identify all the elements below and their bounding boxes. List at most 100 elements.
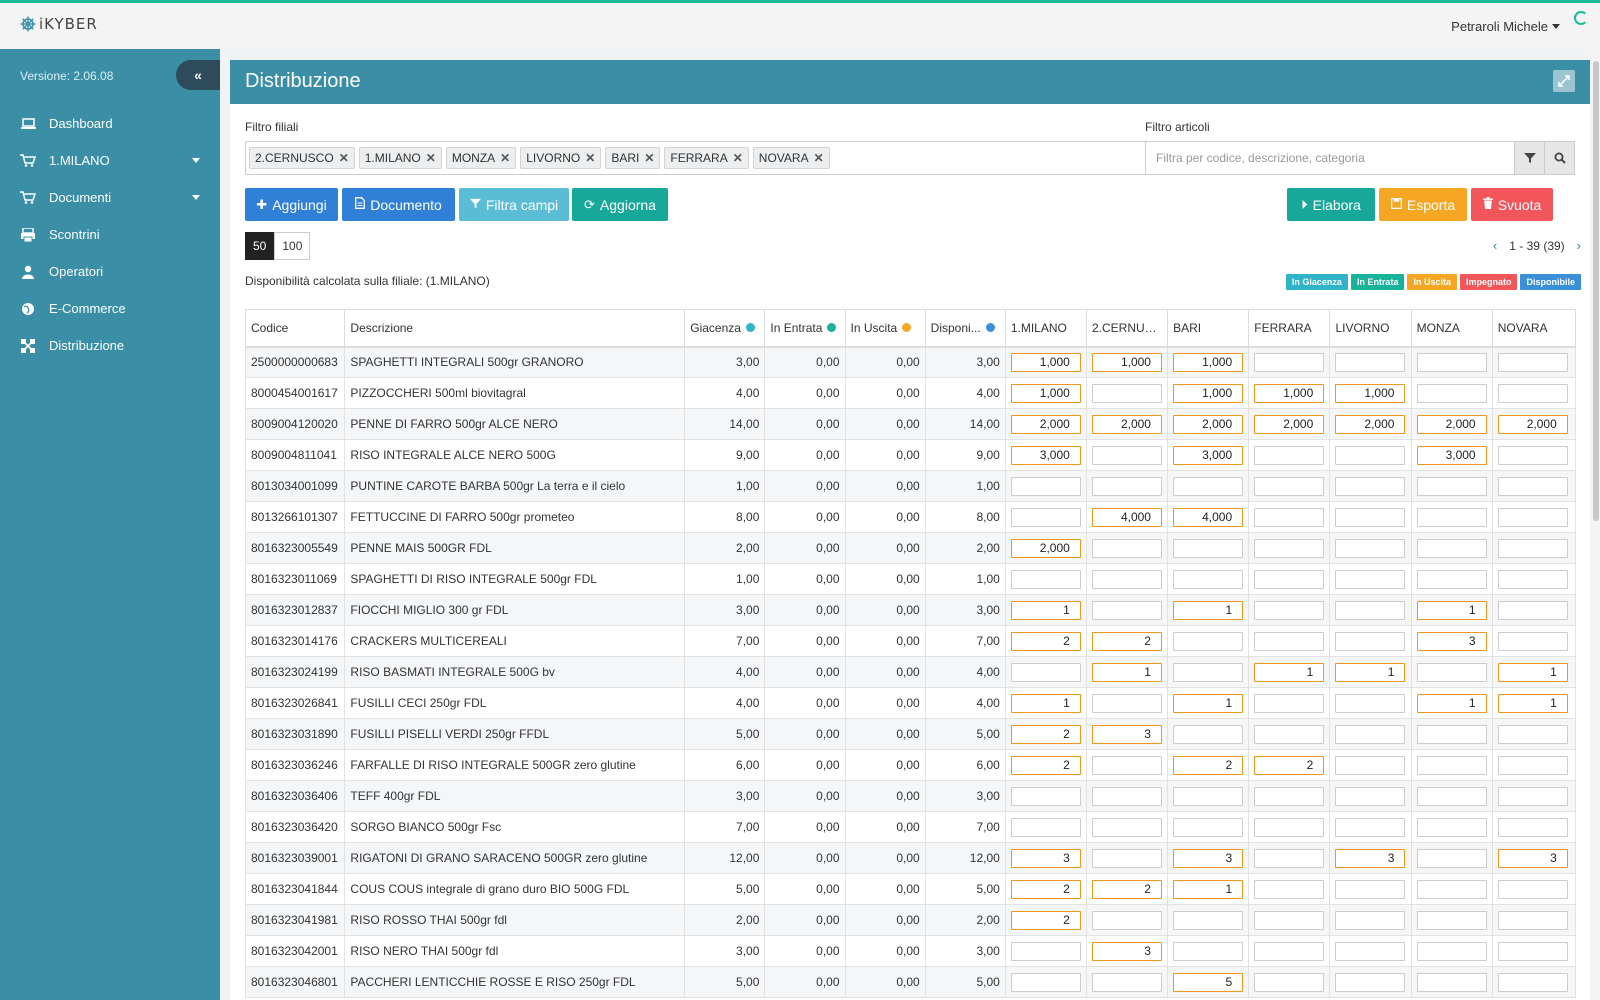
column-header[interactable]: In Entrata — [764, 309, 846, 348]
branch-qty-input[interactable] — [1091, 600, 1162, 620]
column-header[interactable]: MONZA — [1410, 309, 1493, 348]
table-row[interactable]: 8016323011069 SPAGHETTI DI RISO INTEGRALE… — [245, 563, 1576, 595]
branch-qty-input[interactable] — [1010, 538, 1081, 558]
branch-qty-input[interactable] — [1254, 600, 1325, 620]
branch-qty-input[interactable] — [1010, 569, 1081, 589]
branch-qty-input[interactable] — [1173, 972, 1244, 992]
remove-tag-icon[interactable]: ✕ — [644, 151, 654, 165]
table-row[interactable]: 8016323036406 TEFF 400gr FDL 3,00 0,00 0,00 3… — [245, 780, 1576, 812]
branch-qty-input[interactable] — [1497, 662, 1568, 682]
sidebar-item-scontrini[interactable]: Scontrini — [0, 216, 220, 253]
branch-qty-input[interactable] — [1497, 445, 1568, 465]
branch-qty-input[interactable] — [1497, 848, 1568, 868]
branch-qty-input[interactable] — [1254, 786, 1325, 806]
branch-qty-input[interactable] — [1091, 724, 1162, 744]
branch-qty-input[interactable] — [1254, 755, 1325, 775]
branch-qty-input[interactable] — [1254, 445, 1325, 465]
branch-qty-input[interactable] — [1173, 786, 1244, 806]
branch-qty-input[interactable] — [1416, 414, 1487, 434]
branch-qty-input[interactable] — [1335, 972, 1406, 992]
branch-qty-input[interactable] — [1254, 476, 1325, 496]
branch-qty-input[interactable] — [1254, 693, 1325, 713]
branch-qty-input[interactable] — [1091, 910, 1162, 930]
branch-qty-input[interactable] — [1497, 600, 1568, 620]
remove-tag-icon[interactable]: ✕ — [339, 151, 349, 165]
branch-qty-input[interactable] — [1254, 631, 1325, 651]
branch-qty-input[interactable] — [1091, 507, 1162, 527]
table-row[interactable]: 8016323036420 SORGO BIANCO 500gr Fsc 7,00 0… — [245, 811, 1576, 843]
table-row[interactable]: 8000454001617 PIZZOCCHERI 500ml biovitagr… — [245, 377, 1576, 409]
branch-qty-input[interactable] — [1173, 600, 1244, 620]
branch-qty-input[interactable] — [1497, 476, 1568, 496]
branch-qty-input[interactable] — [1091, 941, 1162, 961]
branch-qty-input[interactable] — [1416, 693, 1487, 713]
branch-filter-input[interactable]: 2.CERNUSCO ✕ 1.MILANO ✕ MONZA ✕ LIVORNO ✕ BARI ✕ F… — [245, 141, 1165, 175]
branch-qty-input[interactable] — [1254, 910, 1325, 930]
branch-qty-input[interactable] — [1010, 507, 1081, 527]
branch-qty-input[interactable] — [1010, 848, 1081, 868]
branch-qty-input[interactable] — [1173, 569, 1244, 589]
app-logo[interactable]: iKYBER — [20, 15, 98, 33]
branch-qty-input[interactable] — [1091, 383, 1162, 403]
branch-qty-input[interactable] — [1335, 941, 1406, 961]
branch-qty-input[interactable] — [1091, 569, 1162, 589]
branch-qty-input[interactable] — [1173, 445, 1244, 465]
branch-qty-input[interactable] — [1497, 817, 1568, 837]
table-row[interactable]: 8016323036246 FARFALLE DI RISO INTEGRALE … — [245, 749, 1576, 781]
branch-qty-input[interactable] — [1173, 817, 1244, 837]
scrollbar-thumb[interactable] — [1593, 61, 1599, 521]
branch-qty-input[interactable] — [1010, 786, 1081, 806]
add-button[interactable]: ✚ Aggiungi — [245, 188, 338, 221]
column-header[interactable]: 2.CERNUS... — [1085, 309, 1169, 348]
branch-qty-input[interactable] — [1091, 445, 1162, 465]
table-row[interactable]: 8016323026841 FUSILLI CECI 250gr FDL 4,00 0… — [245, 687, 1576, 719]
branch-qty-input[interactable] — [1335, 910, 1406, 930]
branch-qty-input[interactable] — [1416, 445, 1487, 465]
branch-qty-input[interactable] — [1416, 507, 1487, 527]
branch-qty-input[interactable] — [1416, 817, 1487, 837]
branch-qty-input[interactable] — [1010, 941, 1081, 961]
article-search-input[interactable] — [1145, 141, 1515, 175]
branch-qty-input[interactable] — [1010, 445, 1081, 465]
branch-qty-input[interactable] — [1091, 786, 1162, 806]
column-header[interactable]: Giacenza — [684, 309, 766, 348]
branch-qty-input[interactable] — [1416, 848, 1487, 868]
branch-qty-input[interactable] — [1173, 662, 1244, 682]
refresh-button[interactable]: ⟳ Aggiorna — [572, 188, 668, 221]
branch-qty-input[interactable] — [1173, 383, 1244, 403]
branch-qty-input[interactable] — [1254, 817, 1325, 837]
branch-qty-input[interactable] — [1416, 631, 1487, 651]
sidebar-item-operatori[interactable]: Operatori — [0, 253, 220, 290]
column-header[interactable]: FERRARA — [1248, 309, 1331, 348]
scrollbar[interactable] — [1590, 49, 1600, 1000]
branch-qty-input[interactable] — [1497, 879, 1568, 899]
table-row[interactable]: 8016323041844 COUS COUS integrale di gran… — [245, 873, 1576, 905]
branch-qty-input[interactable] — [1254, 569, 1325, 589]
column-header[interactable]: Descrizione — [344, 309, 686, 348]
branch-qty-input[interactable] — [1335, 879, 1406, 899]
page-size-100[interactable]: 100 — [274, 232, 311, 260]
branch-qty-input[interactable] — [1416, 724, 1487, 744]
sidebar-item-branch[interactable]: 1.MILANO — [0, 142, 220, 179]
sidebar-item-documenti[interactable]: Documenti — [0, 179, 220, 216]
column-header[interactable]: LIVORNO — [1329, 309, 1412, 348]
branch-qty-input[interactable] — [1416, 538, 1487, 558]
branch-qty-input[interactable] — [1091, 662, 1162, 682]
branch-qty-input[interactable] — [1173, 352, 1244, 372]
chevron-left-icon[interactable]: ‹ — [1493, 238, 1497, 253]
document-button[interactable]: Documento — [342, 188, 455, 221]
branch-qty-input[interactable] — [1091, 848, 1162, 868]
sidebar-item-ecommerce[interactable]: E-Commerce — [0, 290, 220, 327]
branch-qty-input[interactable] — [1254, 352, 1325, 372]
branch-qty-input[interactable] — [1010, 817, 1081, 837]
branch-qty-input[interactable] — [1254, 848, 1325, 868]
column-header[interactable]: BARI — [1167, 309, 1250, 348]
branch-qty-input[interactable] — [1091, 972, 1162, 992]
sidebar-collapse-button[interactable]: « — [176, 60, 220, 90]
sidebar-item-dashboard[interactable]: Dashboard — [0, 105, 220, 142]
filter-fields-button[interactable]: Filtra campi — [459, 188, 569, 221]
branch-qty-input[interactable] — [1173, 507, 1244, 527]
branch-qty-input[interactable] — [1497, 631, 1568, 651]
branch-qty-input[interactable] — [1335, 724, 1406, 744]
branch-qty-input[interactable] — [1173, 631, 1244, 651]
